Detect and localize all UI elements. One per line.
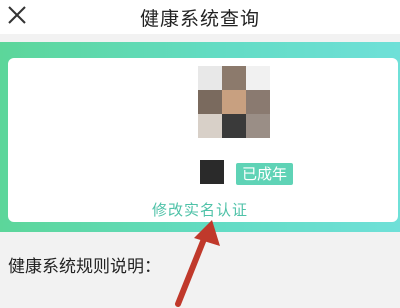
page-title: 健康系统查询 — [139, 8, 260, 30]
avatar-pixel — [198, 66, 222, 90]
annotation-arrow-icon — [175, 220, 220, 307]
avatar-pixel — [222, 114, 246, 138]
avatar-pixel — [246, 114, 270, 138]
avatar-pixel — [198, 90, 222, 114]
avatar — [198, 66, 270, 138]
adult-status-badge: 已成年 — [236, 163, 294, 185]
modify-real-name-link[interactable]: 修改实名认证 — [0, 199, 400, 220]
rules-description-label: 健康系统规则说明： — [8, 257, 161, 277]
avatar-pixel — [222, 66, 246, 90]
avatar-pixel — [198, 114, 222, 138]
avatar-pixel — [246, 66, 270, 90]
top-bar: 健康系统查询 — [0, 0, 400, 34]
redacted-name — [200, 160, 224, 184]
avatar-pixel — [222, 90, 246, 114]
avatar-pixel — [246, 90, 270, 114]
